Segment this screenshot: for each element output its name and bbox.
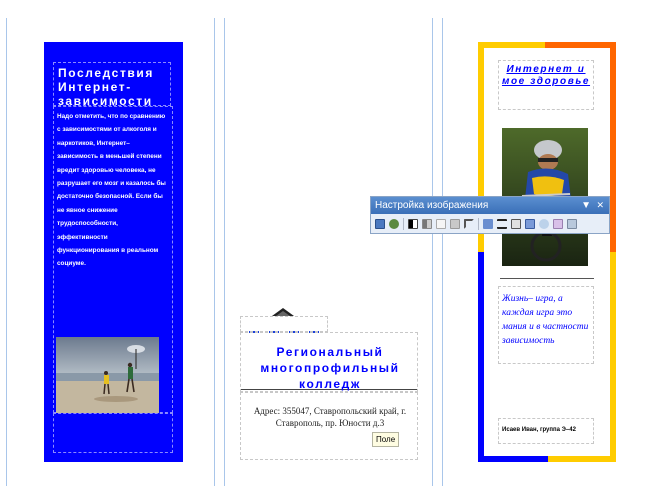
college-title[interactable]: Региональный многопрофильный колледж [242,344,418,392]
toolbar-title: Настройка изображения [375,200,489,211]
crop-icon[interactable] [464,218,474,229]
toolbar-close-icon[interactable]: ✕ [596,197,604,214]
field-tooltip: Поле [372,432,400,447]
more-brightness-icon[interactable] [436,218,446,229]
right-panel-title[interactable]: Интернет и мое здоровье [500,64,592,88]
reset-picture-icon[interactable] [567,218,577,229]
beach-photo[interactable] [56,337,159,413]
left-panel-body[interactable]: Надо отметить, что по сравнению с зависи… [54,108,172,273]
insert-picture-icon[interactable] [375,218,385,229]
color-icon[interactable] [389,218,399,229]
set-transparent-icon[interactable] [539,218,549,229]
rotate-icon[interactable] [483,218,493,229]
picture-toolbar[interactable]: Настройка изображения ▼ ✕ [370,196,610,234]
compress-icon[interactable] [511,218,521,229]
clipart-arrow[interactable] [270,304,296,316]
toolbar-options-icon[interactable]: ▼ [581,197,591,214]
format-picture-icon[interactable] [525,218,535,229]
toolbar-titlebar[interactable]: Настройка изображения ▼ ✕ [371,197,609,214]
less-contrast-icon[interactable] [422,218,432,229]
left-panel-title[interactable]: Последствия Интернет-зависимости [54,64,170,108]
recolor-icon[interactable] [553,218,563,229]
frame-top [240,316,328,332]
college-address[interactable]: Адрес: 355047, Ставропольский край, г. С… [242,405,418,429]
less-brightness-icon[interactable] [450,218,460,229]
more-contrast-icon[interactable] [408,218,418,229]
line-style-icon[interactable] [497,218,507,229]
right-divider [500,278,594,279]
left-panel: Последствия Интернет-зависимости Надо от… [44,42,183,462]
right-panel-quote[interactable]: Жизнь– игра, а каждая игра это мания и в… [500,292,592,348]
right-panel-author[interactable]: Исаев Иван, группа Э–42 [500,427,592,433]
